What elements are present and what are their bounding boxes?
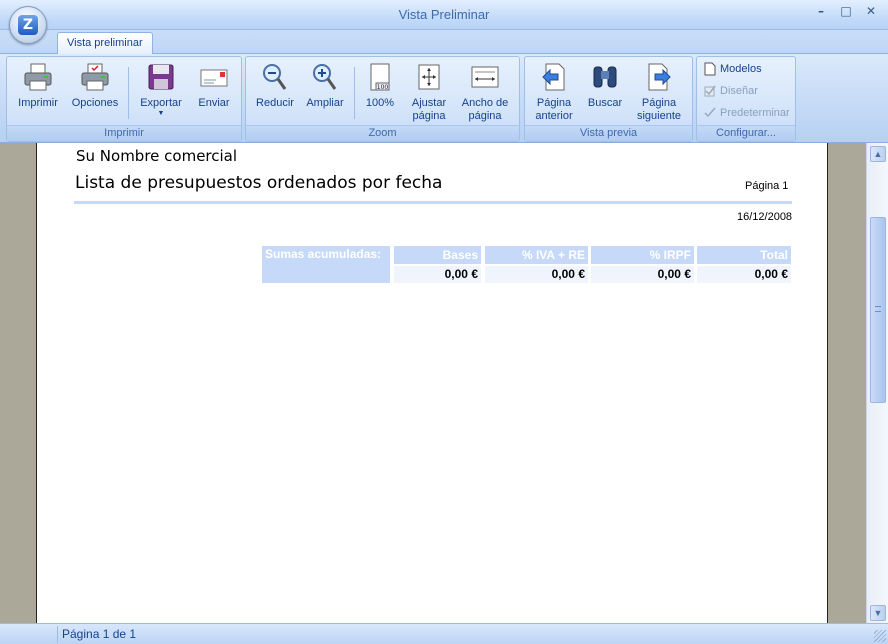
group-label-zoom: Zoom [246,125,519,141]
disenar-label: Diseñar [720,85,758,97]
application-menu-button[interactable]: Z [9,6,47,44]
page-width-icon [471,66,499,88]
scroll-thumb[interactable] [870,217,886,403]
group-separator [354,67,355,119]
pagina-siguiente-button[interactable]: Página siguiente [631,61,687,123]
opciones-button[interactable]: Opciones [67,61,123,110]
exportar-dropdown-arrow-icon: ▼ [157,110,165,117]
zoom-100-button[interactable]: 100 100% [360,61,400,110]
imprimir-button[interactable]: Imprimir [11,61,65,110]
title-bar: Vista Preliminar – □ ✕ [0,0,888,30]
tab-vista-preliminar[interactable]: Vista preliminar [57,32,153,54]
group-vista-previa: Página anterior Buscar Página siguiente … [524,56,693,142]
zoom-in-icon [313,64,337,90]
column-header-total: Total [697,246,791,264]
scroll-down-button[interactable]: ▼ [870,605,886,621]
value-total: 0,00 € [697,266,791,283]
pagina-anterior-label-1: Página [536,97,572,109]
binoculars-icon [593,66,617,88]
previous-page-icon [542,63,565,91]
ajustar-pagina-label-2: página [412,110,446,122]
checkmark-icon [704,107,716,118]
svg-text:100: 100 [377,84,389,91]
buscar-label: Buscar [587,97,623,109]
buscar-button[interactable]: Buscar [583,61,627,110]
zoom-out-icon [263,64,287,90]
app-logo-icon: Z [18,15,38,35]
column-header-iva-re: % IVA + RE [485,246,588,264]
status-page-count: Página 1 de 1 [57,626,136,643]
envelope-icon [200,69,228,87]
enviar-label: Enviar [198,97,230,109]
imprimir-label: Imprimir [18,97,58,109]
column-header-bases: Bases [394,246,481,264]
ribbon-tab-strip: Vista preliminar [0,30,888,54]
predeterminar-label: Predeterminar [720,107,790,119]
group-label-imprimir: Imprimir [7,125,241,141]
maximize-button[interactable]: □ [836,4,856,22]
report-page: Su Nombre comercial Lista de presupuesto… [36,143,828,623]
modelos-label: Modelos [720,63,762,75]
pagina-anterior-button[interactable]: Página anterior [527,61,581,123]
value-irpf: 0,00 € [591,266,694,283]
predeterminar-button[interactable]: Predeterminar [703,105,790,123]
ribbon: Imprimir Opciones Exportar ▼ Enviar Impr… [0,53,888,143]
group-label-vista-previa: Vista previa [525,125,692,141]
column-header-irpf: % IRPF [591,246,694,264]
group-configurar: Modelos Diseñar Predeterminar Configurar… [696,56,796,142]
zoom-100-label: 100% [365,97,395,109]
pagina-siguiente-label-1: Página [641,97,677,109]
vertical-scrollbar[interactable]: ▲ ▼ [866,143,888,623]
window-title: Vista Preliminar [398,7,490,22]
reducir-button[interactable]: Reducir [250,61,300,110]
page-100-icon: 100 [370,63,390,91]
value-iva-re: 0,00 € [485,266,588,283]
report-header-divider [74,201,792,204]
preview-area: Su Nombre comercial Lista de presupuesto… [0,143,866,623]
group-label-configurar[interactable]: Configurar... [697,125,795,141]
ancho-pagina-label-1: Ancho de [461,97,509,109]
exportar-label: Exportar [140,97,182,109]
fit-page-icon [418,64,440,90]
ampliar-button[interactable]: Ampliar [302,61,348,110]
reducir-label: Reducir [256,97,294,109]
enviar-button[interactable]: Enviar [191,61,237,110]
report-date: 16/12/2008 [737,211,793,223]
printer-settings-icon [81,63,109,91]
ancho-pagina-label-2: página [468,110,502,122]
resize-grip-icon[interactable] [874,630,886,642]
pagina-siguiente-label-2: siguiente [636,110,682,122]
ajustar-pagina-button[interactable]: Ajustar página [404,61,454,123]
close-button[interactable]: ✕ [861,4,881,22]
scroll-grip-icon [875,306,881,312]
ampliar-label: Ampliar [306,97,344,109]
disenar-button[interactable]: Diseñar [703,83,758,101]
exportar-button[interactable]: Exportar ▼ [133,61,189,118]
modelos-button[interactable]: Modelos [703,61,762,79]
report-company-name: Su Nombre comercial [76,147,238,165]
group-separator [128,67,129,119]
value-bases: 0,00 € [394,266,481,283]
group-zoom: Reducir Ampliar 100 100% Ajustar página … [245,56,520,142]
opciones-label: Opciones [71,97,119,109]
totals-label: Sumas acumuladas: [262,246,390,283]
document-icon [704,62,716,76]
report-page-number: Página 1 [745,180,789,192]
floppy-disk-icon [148,64,174,90]
ajustar-pagina-label-1: Ajustar [411,97,447,109]
report-title: Lista de presupuestos ordenados por fech… [75,173,443,193]
design-check-icon [704,85,716,97]
minimize-button[interactable]: – [811,4,831,22]
status-bar: Página 1 de 1 [0,623,888,644]
group-imprimir: Imprimir Opciones Exportar ▼ Enviar Impr… [6,56,242,142]
printer-icon [24,63,52,91]
ancho-pagina-button[interactable]: Ancho de página [456,61,514,123]
scroll-up-button[interactable]: ▲ [870,146,886,162]
pagina-anterior-label-2: anterior [535,110,573,122]
next-page-icon [648,63,671,91]
